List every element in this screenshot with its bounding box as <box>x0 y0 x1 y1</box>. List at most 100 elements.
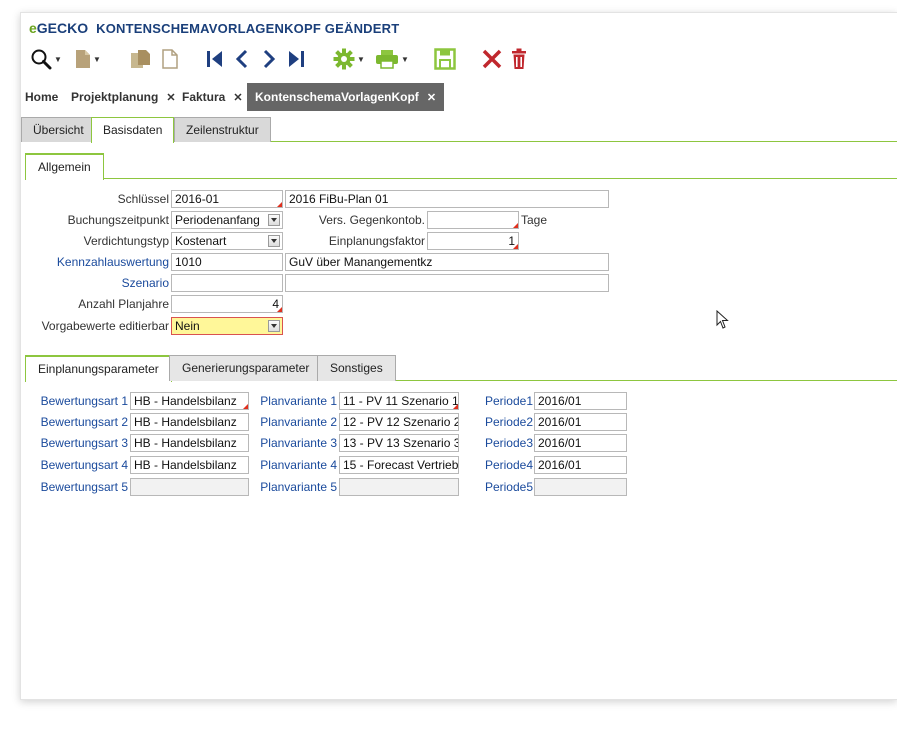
periode1-field[interactable]: 2016/01 <box>534 392 627 410</box>
tab-uebersicht[interactable]: Übersicht <box>21 117 96 142</box>
periode2-field[interactable]: 2016/01 <box>534 413 627 431</box>
delete-icon <box>512 48 526 69</box>
bewertungsart-3-link[interactable]: Bewertungsart 3 <box>21 434 128 452</box>
doc-tab-label: Projektplanung <box>71 90 159 104</box>
save-button[interactable] <box>431 46 459 72</box>
planvariante-2-link[interactable]: Planvariante 2 <box>251 413 337 431</box>
anzahl-planjahre-field[interactable]: 4 <box>171 295 283 313</box>
new-document-icon <box>76 50 91 68</box>
tab-zeilenstruktur[interactable]: Zeilenstruktur <box>174 117 271 142</box>
bewertungsart-2-link[interactable]: Bewertungsart 2 <box>21 413 128 431</box>
save-icon <box>434 48 456 70</box>
section-tabs: Allgemein <box>25 153 897 180</box>
chevron-down-icon: ▼ <box>93 54 101 64</box>
tab-allgemein[interactable]: Allgemein <box>25 153 104 180</box>
planvariante-4-field[interactable]: 15 - Forecast Vertrieb <box>339 456 459 474</box>
mouse-cursor-icon <box>716 310 729 329</box>
tab-basisdaten[interactable]: Basisdaten <box>91 117 175 143</box>
cancel-button[interactable] <box>479 46 505 72</box>
first-record-button[interactable] <box>204 46 226 72</box>
copy-button[interactable] <box>129 46 153 72</box>
tab-sonstiges[interactable]: Sonstiges <box>317 355 396 381</box>
doc-tab-home[interactable]: Home <box>21 83 62 111</box>
view-tabs: Übersicht Basisdaten Zeilenstruktur <box>21 117 897 143</box>
periode5-link[interactable]: Periode5 <box>461 478 533 496</box>
tab-generierungsparameter[interactable]: Generierungsparameter <box>169 355 323 381</box>
bewertungsart-5-link[interactable]: Bewertungsart 5 <box>21 478 128 496</box>
vorgabewerte-value: Nein <box>175 319 200 333</box>
buchungszeitpunkt-label: Buchungszeitpunkt <box>67 213 169 227</box>
doc-tab-faktura[interactable]: Faktura ✕ <box>178 83 247 111</box>
szenario-field[interactable] <box>171 274 283 292</box>
bewertungsart-5-field[interactable] <box>130 478 249 496</box>
periode1-link[interactable]: Periode1 <box>461 392 533 410</box>
periode4-field[interactable]: 2016/01 <box>534 456 627 474</box>
schluessel-label: Schlüssel <box>117 192 169 206</box>
buchungszeitpunkt-value: Periodenanfang <box>175 213 260 227</box>
szenario-description-field[interactable] <box>285 274 609 292</box>
dropdown-arrow-icon[interactable] <box>268 214 280 226</box>
doc-tab-label: Home <box>25 90 59 104</box>
doc-tab-label: Faktura <box>182 90 226 104</box>
dropdown-arrow-icon[interactable] <box>268 235 280 247</box>
periode5-field[interactable] <box>534 478 627 496</box>
planvariante-3-link[interactable]: Planvariante 3 <box>251 434 337 452</box>
bewertungsart-4-link[interactable]: Bewertungsart 4 <box>21 456 128 474</box>
bewertungsart-1-field[interactable]: HB - Handelsbilanz <box>130 392 249 410</box>
planvariante-4-link[interactable]: Planvariante 4 <box>251 456 337 474</box>
planvariante-1-link[interactable]: Planvariante 1 <box>251 392 337 410</box>
planvariante-3-field[interactable]: 13 - PV 13 Szenario 3 - <box>339 434 459 452</box>
chevron-down-icon: ▼ <box>357 54 365 64</box>
verdichtungstyp-label: Verdichtungstyp <box>83 234 169 248</box>
close-icon[interactable]: ✕ <box>427 92 436 104</box>
close-icon[interactable]: ✕ <box>233 92 242 104</box>
periode2-link[interactable]: Periode2 <box>461 413 533 431</box>
next-record-button[interactable] <box>258 46 280 72</box>
doc-tab-label: KontenschemaVorlagenKopf <box>255 90 419 104</box>
kennzahlauswertung-description-field[interactable]: GuV über Manangementkz <box>285 253 609 271</box>
previous-record-button[interactable] <box>231 46 253 72</box>
periode3-field[interactable]: 2016/01 <box>534 434 627 452</box>
vers-gegenkontob-label: Vers. Gegenkontob. <box>318 213 425 227</box>
szenario-link[interactable]: Szenario <box>41 274 169 292</box>
planvariante-2-field[interactable]: 12 - PV 12 Szenario 2 - <box>339 413 459 431</box>
cancel-icon <box>482 49 502 69</box>
doc-tab-projektplanung[interactable]: Projektplanung ✕ <box>67 83 180 111</box>
schluessel-field[interactable]: 2016-01 <box>171 190 283 208</box>
paste-icon <box>162 49 178 69</box>
einplanungsfaktor-label: Einplanungsfaktor <box>328 234 425 248</box>
anzahl-planjahre-label: Anzahl Planjahre <box>78 297 169 311</box>
bewertungsart-2-field[interactable]: HB - Handelsbilanz <box>130 413 249 431</box>
paste-button[interactable] <box>159 46 181 72</box>
planvariante-5-field[interactable] <box>339 478 459 496</box>
new-document-button[interactable]: ▼ <box>73 46 103 72</box>
settings-button[interactable]: ▼ <box>331 46 367 72</box>
parameter-tabs: Einplanungsparameter Generierungsparamet… <box>25 355 897 382</box>
delete-button[interactable] <box>507 46 531 72</box>
kennzahlauswertung-link[interactable]: Kennzahlauswertung <box>41 253 169 271</box>
settings-icon <box>333 48 355 70</box>
vers-gegenkontob-field[interactable] <box>427 211 519 229</box>
close-icon[interactable]: ✕ <box>166 92 175 104</box>
print-icon <box>376 50 399 69</box>
last-record-icon <box>289 51 304 67</box>
tab-einplanungsparameter[interactable]: Einplanungsparameter <box>25 355 172 382</box>
vorgabewerte-editierbar-select[interactable]: Nein <box>171 317 283 335</box>
planvariante-5-link[interactable]: Planvariante 5 <box>251 478 337 496</box>
buchungszeitpunkt-select[interactable]: Periodenanfang <box>171 211 283 229</box>
periode3-link[interactable]: Periode3 <box>461 434 533 452</box>
bewertungsart-4-field[interactable]: HB - Handelsbilanz <box>130 456 249 474</box>
bewertungsart-3-field[interactable]: HB - Handelsbilanz <box>130 434 249 452</box>
periode4-link[interactable]: Periode4 <box>461 456 533 474</box>
bewertungsart-1-link[interactable]: Bewertungsart 1 <box>21 392 128 410</box>
dropdown-arrow-icon[interactable] <box>268 320 280 332</box>
print-button[interactable]: ▼ <box>372 46 412 72</box>
search-button[interactable]: ▼ <box>29 46 63 72</box>
einplanungsfaktor-field[interactable]: 1 <box>427 232 519 250</box>
last-record-button[interactable] <box>285 46 307 72</box>
planvariante-1-field[interactable]: 11 - PV 11 Szenario 1 - <box>339 392 459 410</box>
kennzahlauswertung-field[interactable]: 1010 <box>171 253 283 271</box>
verdichtungstyp-select[interactable]: Kostenart <box>171 232 283 250</box>
schluessel-description-field[interactable]: 2016 FiBu-Plan 01 <box>285 190 609 208</box>
doc-tab-kontenschemavorlagenkopf[interactable]: KontenschemaVorlagenKopf ✕ <box>247 83 445 111</box>
